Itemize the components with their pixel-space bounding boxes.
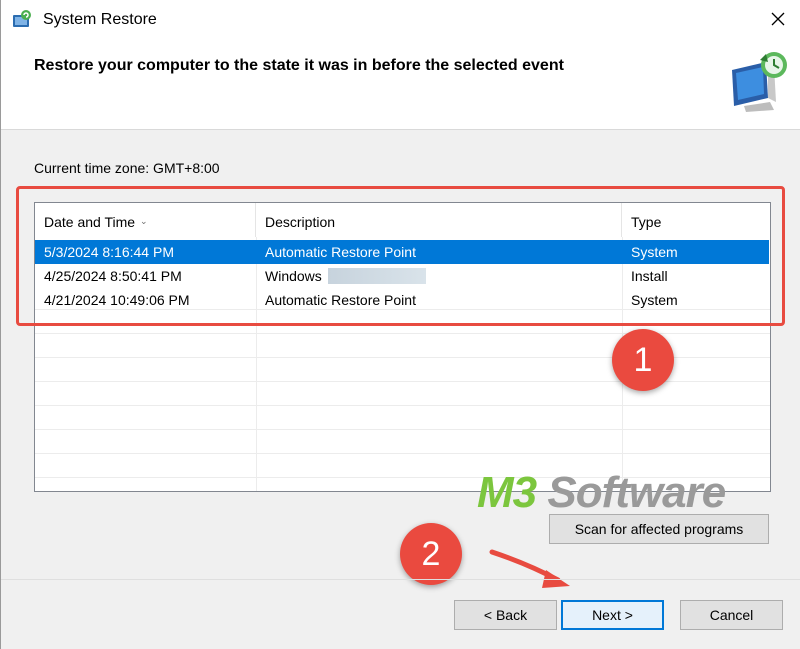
header-panel: System Restore Restore your computer to …: [1, 0, 800, 130]
restore-monitor-icon: [732, 52, 787, 112]
step-1-badge: 1: [612, 329, 674, 391]
window-title: System Restore: [43, 11, 157, 28]
close-icon: [771, 12, 785, 26]
step-2-badge: 2: [400, 523, 462, 585]
grid-line: [35, 453, 770, 454]
scan-affected-programs-button[interactable]: Scan for affected programs: [549, 514, 769, 544]
close-button[interactable]: [761, 4, 795, 34]
next-button[interactable]: Next >: [561, 600, 664, 630]
watermark-logo: M3 Software: [477, 468, 726, 518]
back-button[interactable]: < Back: [454, 600, 557, 630]
watermark-prefix: M3: [477, 468, 537, 517]
pointer-arrow-icon: [489, 549, 570, 588]
grid-line: [35, 429, 770, 430]
page-headline: Restore your computer to the state it wa…: [34, 57, 564, 74]
cancel-button[interactable]: Cancel: [680, 600, 783, 630]
system-restore-window: System Restore Restore your computer to …: [0, 0, 800, 649]
highlight-box: [16, 186, 785, 326]
footer-divider: [1, 579, 800, 580]
system-restore-icon: [13, 10, 31, 27]
grid-line: [35, 405, 770, 406]
timezone-label: Current time zone: GMT+8:00: [34, 160, 220, 176]
watermark-suffix: Software: [536, 468, 726, 517]
